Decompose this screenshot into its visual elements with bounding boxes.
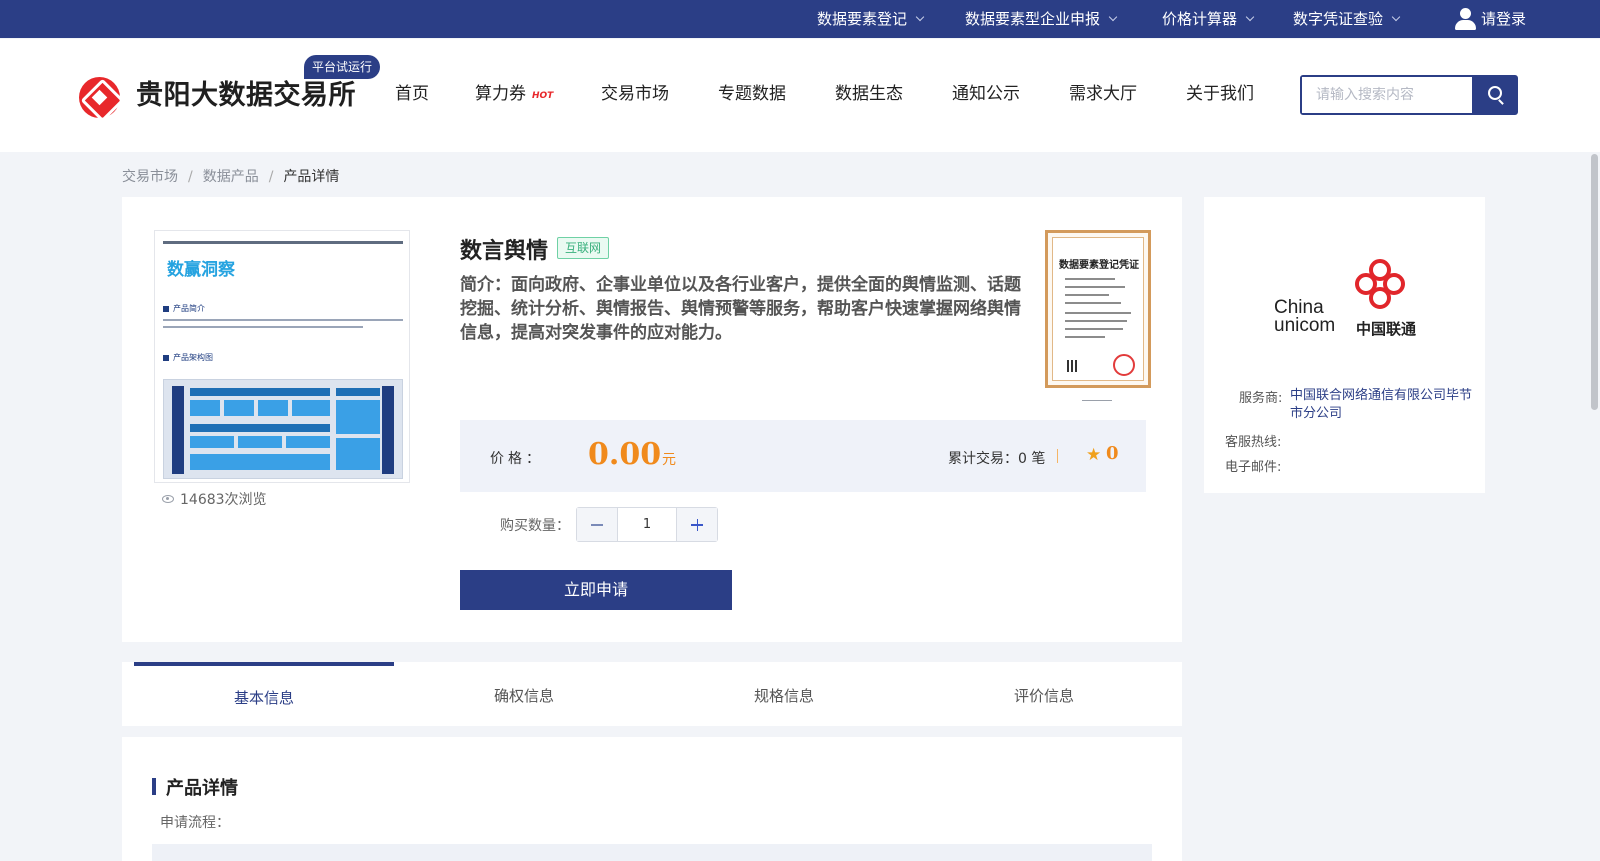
search-box [1300, 75, 1518, 115]
nav-topic-data[interactable]: 专题数据 [718, 79, 786, 104]
breadcrumb-current: 产品详情 [283, 169, 340, 185]
rating-value: 0 [1106, 443, 1119, 464]
nav-notices[interactable]: 通知公示 [952, 79, 1020, 104]
price-label: 价格： [490, 451, 544, 467]
quantity-label: 购买数量： [500, 518, 570, 534]
architecture-diagram [163, 379, 403, 479]
main-header: 贵阳大数据交易所 平台试运行 首页 算力券 HOT 交易市场 专题数据 数据生态… [0, 39, 1600, 152]
chevron-down-icon [915, 12, 925, 22]
trade-count: 累计交易：0 笔 [948, 451, 1046, 467]
product-detail-section: 产品详情 申请流程： [122, 737, 1182, 861]
provider-card: China unicom 中国联通 服务商: 中国联合网络通信有限公司毕节市分公… [1204, 197, 1485, 493]
user-icon [1455, 8, 1476, 30]
eye-icon [162, 495, 174, 503]
search-input[interactable] [1302, 77, 1472, 113]
certificate-title: 数据要素登记凭证 [1059, 260, 1139, 271]
topbar-data-registration[interactable]: 数据要素登记 [817, 0, 925, 38]
registration-certificate[interactable]: 数据要素登记凭证 [1045, 230, 1151, 388]
view-count: 14683次浏览 [162, 489, 267, 509]
nav-home[interactable]: 首页 [395, 79, 429, 104]
nav-demand-hall[interactable]: 需求大厅 [1069, 79, 1137, 104]
official-seal-icon [1113, 354, 1135, 376]
china-unicom-logo: China unicom 中国联通 [1274, 259, 1419, 339]
service-provider-value[interactable]: 中国联合网络通信有限公司毕节市分公司 [1290, 387, 1474, 423]
increase-button[interactable] [677, 508, 717, 541]
category-tag: 互联网 [557, 237, 610, 259]
page-scrollbar[interactable] [1589, 152, 1600, 861]
chevron-down-icon [1391, 12, 1401, 22]
product-tabs: 基本信息 确权信息 规格信息 评价信息 [122, 662, 1182, 726]
tab-spec-info[interactable]: 规格信息 [654, 662, 914, 726]
qr-code-icon [1067, 360, 1079, 372]
login-link[interactable]: 请登录 [1455, 0, 1526, 38]
breadcrumb: 交易市场 / 数据产品 / 产品详情 [122, 169, 340, 185]
tab-basic-info[interactable]: 基本信息 [134, 662, 394, 726]
product-name: 数言舆情 [460, 239, 549, 264]
hotline-label: 客服热线: [1225, 435, 1282, 450]
flow-panel [152, 844, 1152, 861]
topbar-price-calculator[interactable]: 价格计算器 [1162, 0, 1255, 38]
hot-badge: HOT [532, 91, 554, 101]
email-label: 电子邮件: [1225, 460, 1282, 475]
decrease-button[interactable] [577, 508, 617, 541]
tab-review-info[interactable]: 评价信息 [914, 662, 1174, 726]
detail-title: 产品详情 [166, 778, 238, 799]
exchange-logo-icon[interactable] [79, 77, 120, 118]
service-provider-label: 服务商: [1239, 391, 1283, 406]
quantity-input[interactable]: 1 [617, 508, 677, 541]
nav-about-us[interactable]: 关于我们 [1186, 79, 1254, 104]
nav-compute-voucher[interactable]: 算力券 [475, 79, 526, 104]
product-thumbnail[interactable]: 数赢洞察 产品简介 产品架构图 [154, 230, 410, 483]
price-value: 0.00 [588, 437, 662, 472]
quantity-stepper: 1 [576, 507, 718, 542]
price-panel: 价格： 0.00 元 累计交易：0 笔 ★ 0 [460, 420, 1146, 492]
star-icon: ★ [1086, 445, 1102, 465]
trial-badge: 平台试运行 [304, 55, 381, 79]
tab-rights-info[interactable]: 确权信息 [394, 662, 654, 726]
scrollbar-thumb[interactable] [1591, 154, 1598, 410]
product-card: 数赢洞察 产品简介 产品架构图 14683次浏览 数言舆情 互联网 简介：面向政… [122, 197, 1182, 642]
chevron-down-icon [1108, 12, 1118, 22]
application-flow-label: 申请流程： [160, 815, 230, 831]
apply-now-button[interactable]: 立即申请 [460, 570, 732, 610]
search-icon [1488, 86, 1502, 100]
price-unit: 元 [662, 452, 676, 468]
unicom-knot-icon [1349, 259, 1415, 319]
breadcrumb-data-products[interactable]: 数据产品 [203, 169, 259, 185]
product-description: 简介：面向政府、企事业单位以及各行业客户，提供全面的舆情监测、话题挖掘、统计分析… [460, 275, 1021, 343]
breadcrumb-trading-market[interactable]: 交易市场 [122, 169, 178, 185]
top-utility-bar: 数据要素登记 数据要素型企业申报 价格计算器 数字凭证查验 请登录 [0, 0, 1600, 38]
topbar-enterprise-application[interactable]: 数据要素型企业申报 [965, 0, 1118, 38]
search-button[interactable] [1472, 77, 1516, 113]
nav-trading-market[interactable]: 交易市场 [601, 79, 669, 104]
chevron-down-icon [1245, 12, 1255, 22]
thumbnail-title: 数赢洞察 [167, 260, 235, 280]
topbar-certificate-check[interactable]: 数字凭证查验 [1293, 0, 1401, 38]
nav-data-ecosystem[interactable]: 数据生态 [835, 79, 903, 104]
